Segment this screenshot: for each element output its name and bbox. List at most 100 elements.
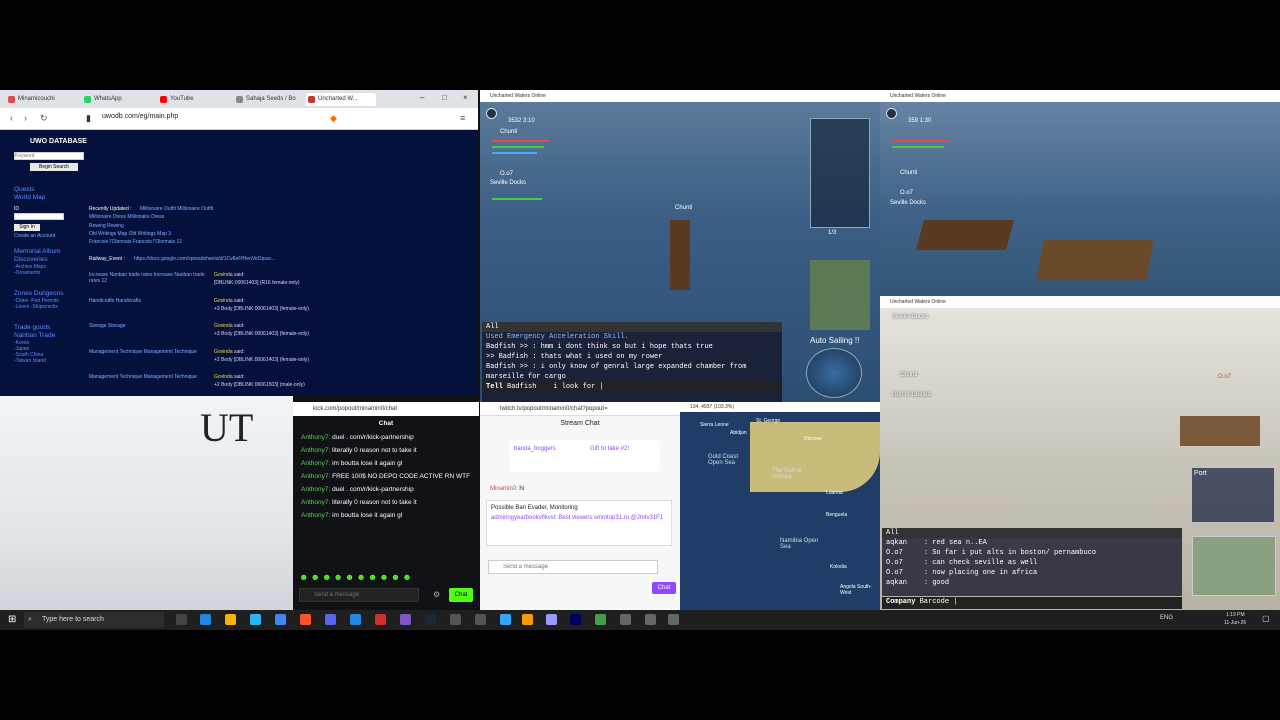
nav-link-taiwan[interactable]: -Taiwan Island bbox=[14, 358, 55, 364]
game-icon[interactable] bbox=[668, 614, 679, 625]
twitch-chat-button[interactable]: Chat bbox=[652, 582, 676, 594]
recent-item[interactable]: Millionaire Dress Millionaire Dress bbox=[89, 214, 164, 220]
nav-link-ornaments[interactable]: -Ornaments bbox=[14, 270, 61, 276]
nav-link-world-map[interactable]: World Map bbox=[14, 194, 45, 202]
nav-link-zones[interactable]: Zones Dungeons bbox=[14, 290, 64, 298]
post-user-name[interactable]: Govinda bbox=[214, 323, 233, 329]
forward-icon[interactable]: › bbox=[24, 113, 27, 123]
chat-sender[interactable]: O.o7 bbox=[886, 569, 903, 577]
chat-username[interactable]: Anthony7: bbox=[301, 460, 330, 467]
chat-username[interactable]: Anthony7: bbox=[301, 486, 330, 493]
game-icon[interactable] bbox=[645, 614, 656, 625]
chat-tab-all[interactable]: All bbox=[882, 528, 1182, 538]
railway-event-link[interactable]: https://docs.google.com/spreadsheets/d/1… bbox=[134, 256, 275, 262]
kick-url[interactable]: kick.com/popout/minamin0/chat bbox=[293, 402, 479, 416]
brave-icon[interactable] bbox=[300, 614, 311, 625]
after-effects-icon[interactable] bbox=[570, 614, 581, 625]
left-item[interactable]: Management Technique Management Techniqu… bbox=[89, 349, 209, 355]
left-item[interactable]: Increase Nanban trade rates Increase Nan… bbox=[89, 272, 209, 284]
chat-mode-label[interactable]: Company bbox=[882, 598, 915, 606]
skill-panel[interactable] bbox=[810, 118, 870, 228]
minimize-icon[interactable]: – bbox=[420, 93, 424, 102]
gift-user[interactable]: banda_boggers bbox=[514, 446, 556, 452]
gift-banner[interactable]: banda_boggers Gift to take #2! bbox=[510, 440, 660, 472]
recent-item[interactable]: Old Writings Map Old Writings Map 3 bbox=[89, 231, 171, 237]
emote-bar[interactable]: ☻☻☻☻☻☻☻☻☻☻ bbox=[299, 572, 414, 582]
post-user-name[interactable]: Govinda bbox=[214, 272, 233, 278]
search-button[interactable]: Begin Search bbox=[30, 163, 78, 171]
compass[interactable] bbox=[806, 348, 862, 398]
pause-icon[interactable] bbox=[486, 108, 497, 119]
post-user-name[interactable]: Govinda bbox=[214, 349, 233, 355]
recent-item[interactable]: Rowing Rowing bbox=[89, 223, 124, 229]
pause-icon[interactable] bbox=[886, 108, 897, 119]
browser-tab[interactable]: YouTube bbox=[158, 93, 228, 106]
ship[interactable] bbox=[915, 220, 1015, 250]
close-icon[interactable]: × bbox=[463, 93, 468, 102]
browser-tab[interactable]: Sahaja Seeds / Bo bbox=[234, 93, 304, 106]
ship[interactable] bbox=[1180, 416, 1260, 446]
left-item[interactable]: Handicrafts Handicrafts bbox=[89, 298, 141, 304]
windows-start-icon[interactable]: ⊞ bbox=[8, 614, 16, 625]
chat-sender[interactable]: O.o7 bbox=[886, 559, 903, 567]
left-item[interactable]: Storage Storage bbox=[89, 323, 125, 329]
photoshop-icon[interactable] bbox=[500, 614, 511, 625]
notification-icon[interactable]: ▢ bbox=[1262, 614, 1270, 623]
nav-link-discoveries[interactable]: Discoveries bbox=[14, 256, 61, 264]
address-bar[interactable]: uwodb.com/eg/main.php bbox=[102, 113, 302, 120]
nav-link-trade-goods[interactable]: Trade goods bbox=[14, 324, 55, 332]
kick-chat-input[interactable] bbox=[299, 588, 419, 602]
post-user-name[interactable]: Govinda bbox=[214, 298, 233, 304]
chat-username[interactable]: Anthony7: bbox=[301, 473, 330, 480]
create-account-link[interactable]: Create an Account bbox=[14, 233, 55, 239]
chat-username[interactable]: Anthony7: bbox=[301, 499, 330, 506]
maximize-icon[interactable]: □ bbox=[442, 93, 447, 102]
recent-item[interactable]: Millionaire Outfit Millionaire Outfit bbox=[140, 206, 213, 212]
premiere-icon[interactable] bbox=[546, 614, 557, 625]
app-icon[interactable] bbox=[450, 614, 461, 625]
chat-tab-all[interactable]: All bbox=[482, 322, 782, 332]
discord-icon[interactable] bbox=[325, 614, 336, 625]
ship[interactable] bbox=[1036, 240, 1154, 280]
chat-mode-label[interactable]: Tell bbox=[486, 383, 503, 391]
sign-in-button[interactable]: Sign In bbox=[14, 224, 40, 231]
browser-tab[interactable]: Minamicouchi bbox=[6, 93, 76, 106]
chrome-icon[interactable] bbox=[275, 614, 286, 625]
chat-sender[interactable]: O.o7 bbox=[886, 549, 903, 557]
twitch-url[interactable]: twitch.tv/popout/minamin0/chat?popout= bbox=[480, 402, 680, 416]
nav-link-nanban-trade[interactable]: Nanban Trade bbox=[14, 332, 55, 340]
app-icon[interactable] bbox=[400, 614, 411, 625]
nav-link-quests[interactable]: Quests bbox=[14, 186, 45, 194]
edge-icon[interactable] bbox=[200, 614, 211, 625]
chat-username[interactable]: Anthony7: bbox=[301, 512, 330, 519]
nav-link-memorial-album[interactable]: Memorial Album bbox=[14, 248, 61, 256]
app-icon[interactable] bbox=[250, 614, 261, 625]
app-icon[interactable] bbox=[595, 614, 606, 625]
id-field[interactable] bbox=[14, 213, 64, 220]
minimap[interactable] bbox=[1192, 536, 1276, 596]
brave-shield-icon[interactable]: ◆ bbox=[330, 113, 337, 124]
task-view-icon[interactable] bbox=[176, 614, 187, 625]
taskbar-search[interactable]: ⌕ Type here to search bbox=[24, 612, 164, 628]
steam-icon[interactable] bbox=[425, 614, 436, 625]
chat-sender[interactable]: aqkan bbox=[886, 579, 907, 587]
file-explorer-icon[interactable] bbox=[225, 614, 236, 625]
chat-sender[interactable]: Badfish >> bbox=[486, 363, 528, 371]
chat-sender[interactable]: Badfish >> bbox=[486, 343, 528, 351]
chat-username[interactable]: Anthony7: bbox=[301, 434, 330, 441]
illustrator-icon[interactable] bbox=[522, 614, 533, 625]
clock-time[interactable]: 1:19 PM bbox=[1226, 612, 1245, 618]
chat-input[interactable]: Barcode | bbox=[920, 598, 958, 606]
nav-link-liners[interactable]: -Liners -Shipwrecks bbox=[14, 304, 64, 310]
recent-item[interactable]: Francois l'Olonnais Francois l'Olonnais … bbox=[89, 239, 182, 245]
browser-tab-active[interactable]: Uncharted W... bbox=[306, 93, 376, 106]
chat-username[interactable]: Minamin0: bbox=[490, 486, 518, 492]
menu-icon[interactable]: ≡ bbox=[460, 113, 465, 123]
kick-chat-button[interactable]: Chat bbox=[449, 588, 473, 602]
bookmark-icon[interactable]: ▮ bbox=[86, 113, 91, 124]
chat-sender[interactable]: aqkan bbox=[886, 539, 907, 547]
language-indicator[interactable]: ENG bbox=[1160, 615, 1173, 621]
chat-sender[interactable]: >> Badfish bbox=[486, 353, 528, 361]
app-icon[interactable] bbox=[350, 614, 361, 625]
settings-gear-icon[interactable]: ⚙ bbox=[433, 590, 440, 599]
